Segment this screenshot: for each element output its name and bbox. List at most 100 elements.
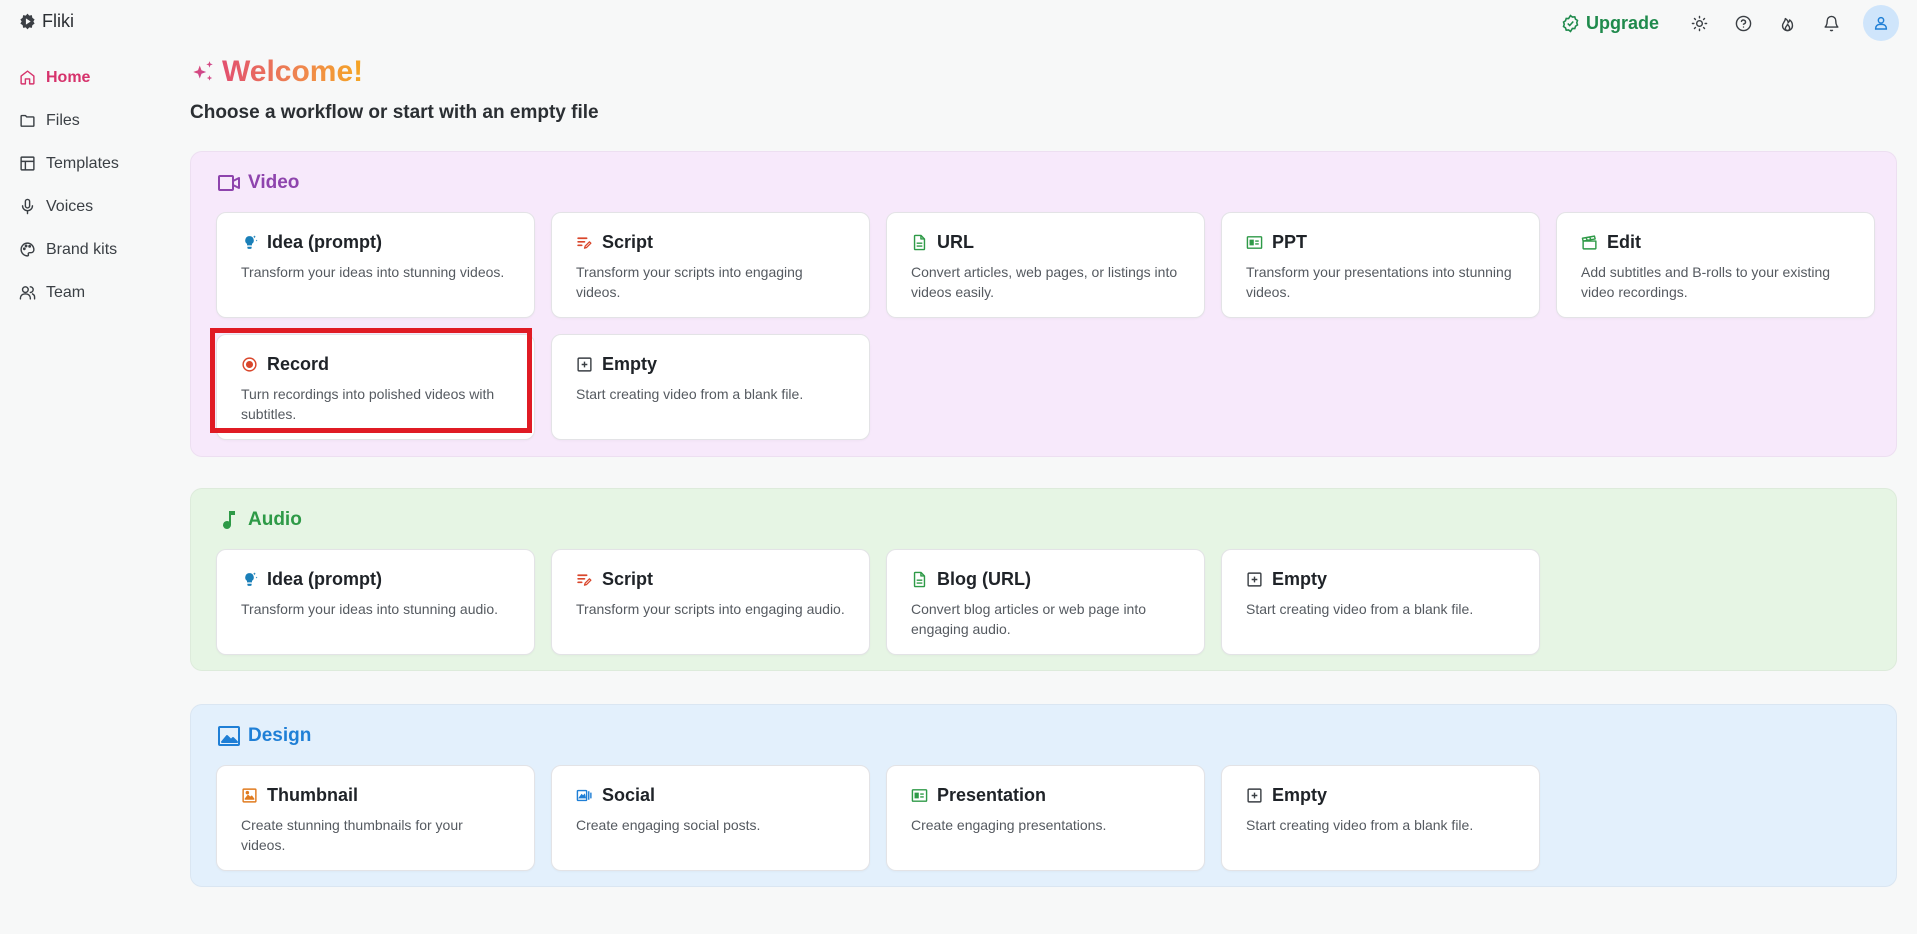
help-icon xyxy=(1735,15,1751,31)
theme-toggle-button[interactable] xyxy=(1677,5,1721,41)
card-title-row: Script xyxy=(576,568,845,590)
card-audio-blog-url[interactable]: Blog (URL) Convert blog articles or web … xyxy=(886,549,1205,655)
microphone-icon xyxy=(21,198,34,215)
card-title-row: Idea (prompt) xyxy=(241,231,510,253)
card-title-row: Script xyxy=(576,231,845,253)
card-title: Idea (prompt) xyxy=(267,231,382,252)
card-video-empty[interactable]: Empty Start creating video from a blank … xyxy=(551,334,870,440)
video-section: Video Idea (prompt) Transform your ideas… xyxy=(190,151,1897,457)
section-title: Design xyxy=(248,725,312,746)
streak-button[interactable] xyxy=(1765,5,1809,41)
card-design-social[interactable]: Social Create engaging social posts. xyxy=(551,765,870,871)
document-icon xyxy=(913,571,926,587)
sidebar-item-label: Voices xyxy=(46,197,94,215)
app-name: Fliki xyxy=(42,11,74,31)
upgrade-button[interactable]: Upgrade xyxy=(1561,13,1659,34)
sun-icon xyxy=(1691,15,1707,31)
section-title: Audio xyxy=(248,509,302,530)
card-video-url[interactable]: URL Convert articles, web pages, or list… xyxy=(886,212,1205,318)
card-description: Transform your ideas into stunning audio… xyxy=(241,601,499,617)
palette-icon xyxy=(20,242,35,257)
card-description: Start creating video from a blank file. xyxy=(1246,817,1474,833)
team-icon xyxy=(19,286,36,300)
card-title: Blog (URL) xyxy=(937,568,1031,589)
page-subtitle: Choose a workflow or start with an empty… xyxy=(190,102,599,123)
sparkles-icon xyxy=(193,61,213,81)
card-title: Empty xyxy=(602,353,658,374)
badge-check-icon xyxy=(1562,13,1579,33)
card-description: Convert blog articles or web page into e… xyxy=(911,601,1147,637)
thumbnail-icon xyxy=(242,787,257,803)
card-description: Transform your ideas into stunning video… xyxy=(241,264,505,280)
card-design-thumbnail[interactable]: Thumbnail Create stunning thumbnails for… xyxy=(216,765,535,871)
card-title: PPT xyxy=(1272,231,1308,252)
presentation-icon xyxy=(1246,235,1263,249)
card-title: Social xyxy=(602,784,656,805)
image-icon xyxy=(218,726,240,746)
sidebar-item-files[interactable]: Files xyxy=(0,99,175,142)
section-header-audio: Audio xyxy=(217,507,302,533)
app-logo[interactable]: Fliki xyxy=(18,11,74,32)
music-note-icon xyxy=(223,511,235,529)
card-title-row: Idea (prompt) xyxy=(241,568,510,590)
card-title-row: Presentation xyxy=(911,784,1180,806)
card-description: Convert articles, web pages, or listings… xyxy=(911,264,1178,300)
plus-square-icon xyxy=(1247,571,1262,587)
card-audio-empty[interactable]: Empty Start creating video from a blank … xyxy=(1221,549,1540,655)
design-section: Design Thumbnail Create stunning thumbna… xyxy=(190,704,1897,887)
help-button[interactable] xyxy=(1721,5,1765,41)
card-title: URL xyxy=(937,231,974,252)
card-description: Add subtitles and B-rolls to your existi… xyxy=(1581,264,1831,300)
card-title: Thumbnail xyxy=(267,784,358,805)
sidebar-item-home[interactable]: Home xyxy=(0,56,175,99)
sidebar-item-label: Brand kits xyxy=(46,240,118,258)
card-title-row: Edit xyxy=(1581,231,1850,253)
user-avatar-button[interactable] xyxy=(1863,5,1899,41)
card-title-row: Record xyxy=(241,353,510,375)
card-title: Empty xyxy=(1272,784,1328,805)
sidebar-item-label: Templates xyxy=(46,154,119,172)
bell-icon xyxy=(1823,15,1839,31)
audio-section: Audio Idea (prompt) Transform your ideas… xyxy=(190,488,1897,671)
document-icon xyxy=(913,234,926,250)
sidebar-item-voices[interactable]: Voices xyxy=(0,185,175,228)
card-title: Empty xyxy=(1272,568,1328,589)
card-description: Create engaging social posts. xyxy=(576,817,761,833)
clapperboard-icon xyxy=(1581,234,1597,250)
sidebar: Home Files Templates Voices Brand kits T… xyxy=(0,56,175,314)
card-title-row: URL xyxy=(911,231,1180,253)
section-title: Video xyxy=(248,172,300,193)
card-video-edit[interactable]: Edit Add subtitles and B-rolls to your e… xyxy=(1556,212,1875,318)
welcome-heading: Welcome! xyxy=(190,54,1897,90)
sidebar-item-brand-kits[interactable]: Brand kits xyxy=(0,228,175,271)
card-title: Script xyxy=(602,231,654,252)
card-title-row: Empty xyxy=(1246,568,1515,590)
sidebar-item-label: Home xyxy=(46,68,91,86)
card-design-empty[interactable]: Empty Start creating video from a blank … xyxy=(1221,765,1540,871)
card-title-row: PPT xyxy=(1246,231,1515,253)
card-audio-script[interactable]: Script Transform your scripts into engag… xyxy=(551,549,870,655)
card-video-idea[interactable]: Idea (prompt) Transform your ideas into … xyxy=(216,212,535,318)
sidebar-item-templates[interactable]: Templates xyxy=(0,142,175,185)
card-design-presentation[interactable]: Presentation Create engaging presentatio… xyxy=(886,765,1205,871)
script-edit-icon xyxy=(577,573,592,586)
card-video-script[interactable]: Script Transform your scripts into engag… xyxy=(551,212,870,318)
card-title-row: Social xyxy=(576,784,845,806)
notifications-button[interactable] xyxy=(1809,5,1853,41)
card-title: Edit xyxy=(1607,231,1641,252)
card-audio-idea[interactable]: Idea (prompt) Transform your ideas into … xyxy=(216,549,535,655)
card-title: Presentation xyxy=(937,784,1047,805)
lightbulb-icon xyxy=(245,234,258,249)
layout-icon xyxy=(20,156,35,171)
card-description: Start creating video from a blank file. xyxy=(1246,601,1474,617)
sidebar-item-team[interactable]: Team xyxy=(0,271,175,314)
plus-square-icon xyxy=(577,356,592,372)
card-video-ppt[interactable]: PPT Transform your presentations into st… xyxy=(1221,212,1540,318)
card-title: Script xyxy=(602,568,654,589)
card-title-row: Empty xyxy=(576,353,845,375)
card-description: Transform your scripts into engaging vid… xyxy=(576,264,803,300)
card-description: Create engaging presentations. xyxy=(911,817,1107,833)
card-video-record[interactable]: Record Turn recordings into polished vid… xyxy=(216,334,535,440)
user-icon xyxy=(1874,16,1888,30)
card-description: Transform your scripts into engaging aud… xyxy=(576,601,845,617)
